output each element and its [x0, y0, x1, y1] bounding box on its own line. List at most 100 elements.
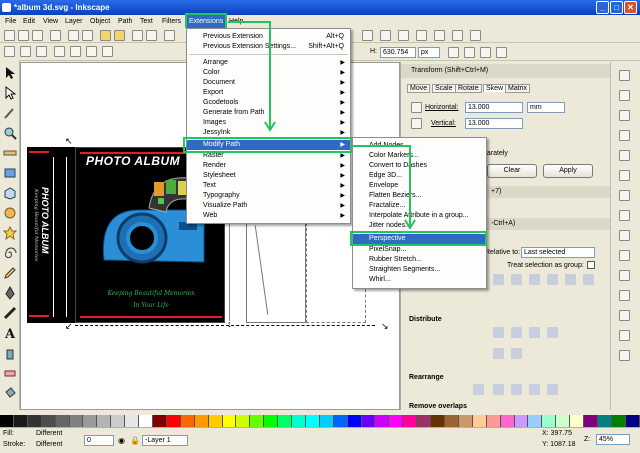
align-middle-icon[interactable] [565, 274, 576, 285]
palette-swatch[interactable] [458, 415, 473, 427]
menu-item-visualize-path[interactable]: Visualize Path ▶ [187, 201, 350, 211]
snap-smooth-icon[interactable] [619, 230, 630, 241]
move-patterns-icon[interactable] [496, 47, 507, 58]
maximize-button[interactable]: □ [610, 1, 623, 14]
rearrange-graph-icon[interactable] [473, 384, 484, 395]
tab-rotate[interactable]: Rotate [455, 84, 482, 93]
distribute-gaps-icon[interactable] [493, 348, 504, 359]
rotate-ccw-icon[interactable] [54, 46, 65, 57]
palette-swatch[interactable] [445, 415, 459, 427]
menu-text[interactable]: Text [138, 15, 155, 28]
palette-swatch[interactable] [611, 415, 626, 427]
distribute-top-icon[interactable] [547, 327, 558, 338]
palette-swatch[interactable] [528, 415, 543, 427]
spiral-tool-icon[interactable] [3, 246, 17, 260]
import-icon[interactable] [68, 30, 79, 41]
palette-swatch[interactable] [570, 415, 585, 427]
palette-swatch[interactable] [625, 415, 640, 427]
palette-swatch[interactable] [97, 415, 112, 427]
menu-item-straighten-segments[interactable]: Straighten Segments... [353, 265, 486, 275]
measure-tool-icon[interactable] [3, 146, 17, 160]
undo-icon[interactable] [100, 30, 111, 41]
menu-item-web[interactable]: Web ▶ [187, 211, 350, 221]
menu-item-render[interactable]: Render ▶ [187, 161, 350, 171]
tab-matrix[interactable]: Matrix [505, 84, 531, 93]
palette-swatch[interactable] [542, 415, 557, 427]
snap-centers-icon[interactable] [619, 270, 630, 281]
tab-move[interactable]: Move [407, 84, 431, 93]
snap-guides-icon[interactable] [619, 350, 630, 361]
apply-button[interactable]: Apply [543, 164, 593, 178]
palette-swatch[interactable] [417, 415, 432, 427]
palette-swatch[interactable] [486, 415, 501, 427]
color-palette[interactable] [0, 415, 640, 427]
align-left-icon[interactable] [493, 274, 504, 285]
palette-swatch[interactable] [208, 415, 223, 427]
menu-item-color[interactable]: Color ▶ [187, 68, 350, 78]
paint-bucket-icon[interactable] [3, 386, 17, 400]
palette-swatch[interactable] [152, 415, 167, 427]
new-icon[interactable] [4, 30, 15, 41]
menu-file[interactable]: File [3, 15, 18, 28]
menu-item-gcodetools[interactable]: Gcodetools ▶ [187, 98, 350, 108]
resize-handle-bottom[interactable]: ↕ [227, 319, 232, 329]
snap-intersections-icon[interactable] [619, 190, 630, 201]
menu-object[interactable]: Object [88, 15, 112, 28]
align-icon[interactable] [452, 30, 463, 41]
opacity-input[interactable]: 0 [84, 435, 114, 446]
layers-icon[interactable] [434, 30, 445, 41]
palette-swatch[interactable] [472, 415, 487, 427]
deselect-icon[interactable] [36, 46, 47, 57]
palette-swatch[interactable] [139, 415, 153, 427]
menu-item-flatten-beziers[interactable]: Flatten Beziers... [353, 191, 486, 201]
minimize-button[interactable]: _ [596, 1, 609, 14]
menu-item-previous-extension-settings[interactable]: Previous Extension Settings... Shift+Alt+… [187, 42, 350, 52]
copy-icon[interactable] [132, 30, 143, 41]
relative-to-select[interactable]: Last selected [521, 247, 595, 258]
palette-swatch[interactable] [125, 415, 140, 427]
vertical-input[interactable]: 13.000 [465, 118, 523, 129]
layer-select[interactable]: -Layer 1 [142, 435, 188, 446]
menu-item-envelope[interactable]: Envelope [353, 181, 486, 191]
redo-icon[interactable] [114, 30, 125, 41]
menu-help[interactable]: Help [227, 15, 245, 28]
menu-item-interpolate-attribute[interactable]: Interpolate Attribute in a group... [353, 211, 486, 221]
menu-edit[interactable]: Edit [21, 15, 37, 28]
palette-swatch[interactable] [597, 415, 612, 427]
print-icon[interactable] [50, 30, 61, 41]
palette-swatch[interactable] [305, 415, 320, 427]
palette-swatch[interactable] [180, 415, 195, 427]
palette-swatch[interactable] [500, 415, 515, 427]
menu-path[interactable]: Path [116, 15, 134, 28]
menu-item-rubber-stretch[interactable]: Rubber Stretch... [353, 255, 486, 265]
menu-item-whirl[interactable]: Whirl... [353, 275, 486, 285]
menu-item-jitter-nodes[interactable]: Jitter nodes... [353, 221, 486, 231]
palette-swatch[interactable] [41, 415, 56, 427]
menu-item-arrange[interactable]: Arrange ▶ [187, 58, 350, 68]
selector-arrow-icon[interactable] [3, 66, 17, 80]
skew-unit-select[interactable]: mm [527, 102, 565, 113]
palette-swatch[interactable] [69, 415, 84, 427]
snap-bbox-edge-icon[interactable] [619, 110, 630, 121]
transform-icon[interactable] [470, 30, 481, 41]
pencil-tool-icon[interactable] [3, 266, 17, 280]
paste-icon[interactable] [146, 30, 157, 41]
menu-item-stylesheet[interactable]: Stylesheet ▶ [187, 171, 350, 181]
palette-swatch[interactable] [166, 415, 181, 427]
fill-stroke-icon[interactable] [398, 30, 409, 41]
palette-swatch[interactable] [361, 415, 376, 427]
palette-swatch[interactable] [319, 415, 334, 427]
scale-stroke-icon[interactable] [448, 47, 459, 58]
snap-rotation-icon[interactable] [619, 290, 630, 301]
menu-filters[interactable]: Filters [160, 15, 183, 28]
node-tool-icon[interactable] [3, 86, 17, 100]
menu-item-export[interactable]: Export ▶ [187, 88, 350, 98]
distribute-center-icon[interactable] [511, 327, 522, 338]
menu-item-color-markers[interactable]: Color Markers... [353, 151, 486, 161]
align-bottom-icon[interactable] [583, 274, 594, 285]
palette-swatch[interactable] [13, 415, 28, 427]
palette-swatch[interactable] [292, 415, 306, 427]
palette-swatch[interactable] [194, 415, 209, 427]
palette-swatch[interactable] [389, 415, 404, 427]
preferences-icon[interactable] [380, 30, 391, 41]
